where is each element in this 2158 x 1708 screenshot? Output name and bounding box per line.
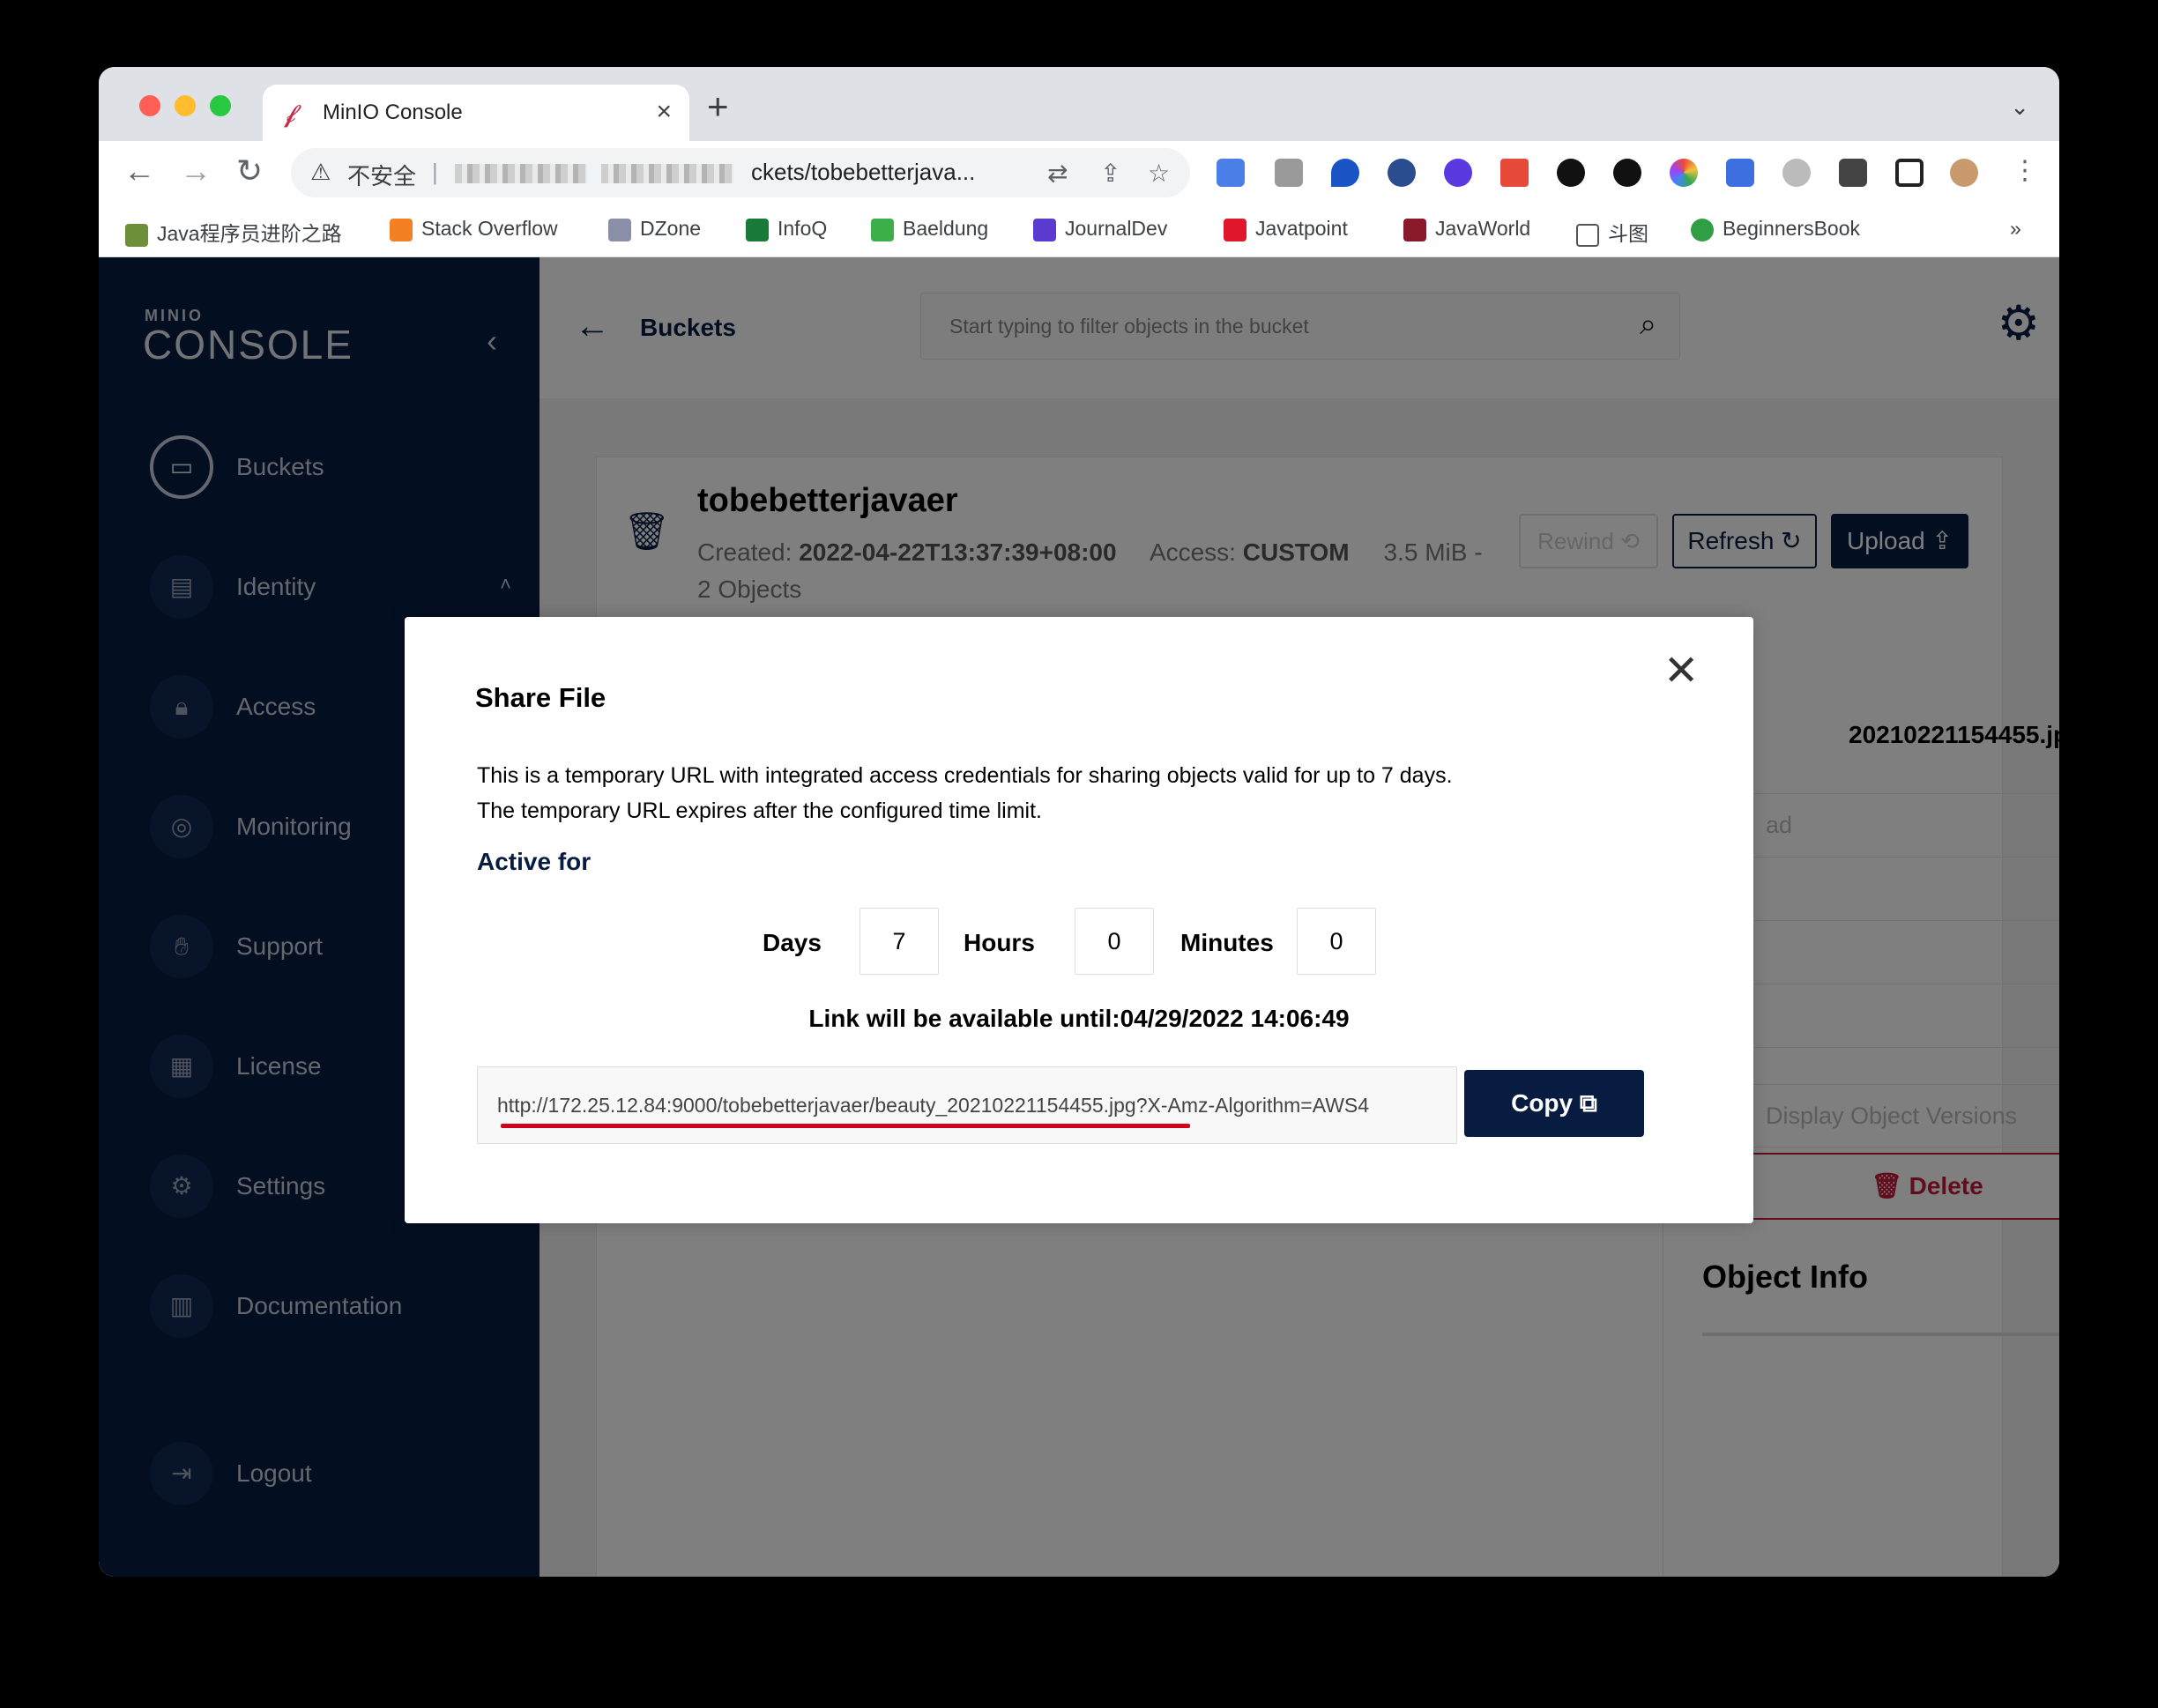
bookmark-item[interactable]: JavaWorld — [1403, 217, 1530, 241]
bookmarks-bar: Java程序员进阶之路 Stack Overflow DZone InfoQ B… — [99, 204, 2059, 257]
reload-icon[interactable]: ↻ — [236, 153, 263, 189]
side-panel-icon[interactable] — [1895, 159, 1924, 187]
close-window-button[interactable] — [139, 95, 160, 116]
journaldev-icon — [1033, 218, 1056, 241]
bookmark-item[interactable]: JournalDev — [1033, 217, 1167, 241]
hours-label: Hours — [964, 929, 1035, 956]
description-line: This is a temporary URL with integrated … — [477, 763, 1453, 788]
copy-button[interactable]: Copy ⧉ — [1464, 1070, 1644, 1137]
extension-icon[interactable] — [1557, 159, 1585, 187]
browser-menu-icon[interactable]: ⋮ — [2012, 153, 2038, 189]
javaworld-icon — [1403, 218, 1426, 241]
bookmark-item[interactable]: Java程序员进阶之路 — [125, 217, 342, 247]
extension-icon[interactable] — [1444, 159, 1472, 187]
forward-icon[interactable]: → — [180, 153, 212, 189]
bookmark-label: InfoQ — [778, 217, 828, 240]
infoq-icon — [746, 218, 769, 241]
bookmark-star-icon[interactable]: ☆ — [1148, 159, 1170, 188]
bookmark-item[interactable]: 斗图 — [1576, 217, 1648, 247]
days-label: Days — [763, 929, 822, 956]
close-icon[interactable]: ✕ — [1663, 650, 1699, 693]
bookmark-label: Stack Overflow — [421, 217, 558, 240]
dzone-icon — [608, 218, 631, 241]
minio-favicon-icon: 𝓯 — [284, 100, 297, 127]
not-secure-label: 不安全 — [347, 163, 417, 189]
javatpoint-icon — [1224, 218, 1246, 241]
minutes-input[interactable]: 0 — [1297, 908, 1376, 975]
baeldung-icon — [871, 218, 894, 241]
zoom-window-button[interactable] — [210, 95, 231, 116]
browser-window: 𝓯 MinIO Console × + ⌄ ← → ↻ ⚠ 不安全 | cket… — [99, 67, 2059, 1577]
share-url-field[interactable]: http://172.25.12.84:9000/tobebetterjavae… — [477, 1066, 1457, 1144]
tab-strip: 𝓯 MinIO Console × + ⌄ — [99, 67, 2059, 141]
share-file-dialog: Share File ✕ This is a temporary URL wit… — [405, 617, 1753, 1223]
minimize-window-button[interactable] — [175, 95, 196, 116]
bookmark-label: JavaWorld — [1435, 217, 1531, 240]
url-text: ckets/tobebetterjava... — [751, 159, 976, 185]
bookmark-label: BeginnersBook — [1723, 217, 1860, 240]
tab-search-chevron-icon[interactable]: ⌄ — [2010, 93, 2029, 121]
bookmark-item[interactable]: Javatpoint — [1224, 217, 1348, 241]
tab-title: MinIO Console — [323, 100, 463, 124]
stack-overflow-icon — [390, 218, 413, 241]
bookmark-label: JournalDev — [1065, 217, 1168, 240]
bookmark-item[interactable]: BeginnersBook — [1691, 217, 1860, 241]
separator: | — [432, 159, 438, 185]
new-tab-button[interactable]: + — [707, 88, 729, 125]
back-icon[interactable]: ← — [123, 153, 155, 189]
hours-input[interactable]: 0 — [1075, 908, 1154, 975]
copy-label: Copy — [1511, 1089, 1574, 1117]
bookmark-item[interactable]: DZone — [608, 217, 701, 241]
redacted-url-part — [601, 164, 733, 183]
browser-toolbar: ← → ↻ ⚠ 不安全 | ckets/tobebetterjava... ⇄ … — [99, 141, 2059, 204]
dialog-description: This is a temporary URL with integrated … — [477, 758, 1453, 828]
extension-icon[interactable] — [1782, 159, 1811, 187]
bookmark-label: 斗图 — [1608, 222, 1648, 245]
bookmark-item[interactable]: Baeldung — [871, 217, 988, 241]
translate-icon[interactable]: ⇄ — [1047, 159, 1068, 188]
extension-icon[interactable] — [1388, 159, 1416, 187]
google-translate-extension-icon[interactable] — [1217, 159, 1245, 187]
vue-devtools-extension-icon[interactable] — [1331, 159, 1359, 187]
bookmark-label: Baeldung — [903, 217, 989, 240]
puzzle-extensions-icon[interactable] — [1839, 159, 1867, 187]
dialog-title: Share File — [475, 682, 606, 713]
extension-icon[interactable] — [1613, 159, 1641, 187]
browser-tab[interactable]: 𝓯 MinIO Console × — [263, 85, 689, 141]
share-icon[interactable]: ⇪ — [1100, 159, 1120, 188]
folder-icon — [1576, 223, 1599, 247]
bookmark-label: Java程序员进阶之路 — [157, 222, 342, 245]
red-underline-annotation — [501, 1124, 1190, 1128]
redacted-url-part — [455, 164, 587, 183]
extension-icon[interactable] — [1670, 159, 1698, 187]
description-line: The temporary URL expires after the conf… — [477, 798, 1042, 823]
active-for-label: Active for — [477, 848, 592, 875]
bookmarks-overflow-button[interactable]: » — [2010, 217, 2021, 241]
extension-icon[interactable] — [1275, 159, 1303, 187]
extension-icon[interactable] — [1500, 159, 1529, 187]
expiry-text: Link will be available until:04/29/2022 … — [808, 1005, 1350, 1032]
extension-icon[interactable] — [1726, 159, 1754, 187]
bookmark-label: DZone — [640, 217, 702, 240]
days-input[interactable]: 7 — [859, 908, 939, 975]
java-icon — [125, 223, 148, 247]
address-bar[interactable]: ⚠ 不安全 | ckets/tobebetterjava... ⇄ ⇪ ☆ — [291, 148, 1190, 197]
minutes-label: Minutes — [1180, 929, 1274, 956]
tab-close-icon[interactable]: × — [656, 97, 672, 127]
bookmark-label: Javatpoint — [1255, 217, 1348, 240]
share-url-text: http://172.25.12.84:9000/tobebetterjavae… — [497, 1094, 1370, 1117]
bookmark-item[interactable]: Stack Overflow — [390, 217, 558, 241]
profile-avatar[interactable] — [1950, 159, 1978, 187]
warning-icon: ⚠ — [310, 159, 331, 185]
beginnersbook-icon — [1691, 218, 1714, 241]
bookmark-item[interactable]: InfoQ — [746, 217, 827, 241]
